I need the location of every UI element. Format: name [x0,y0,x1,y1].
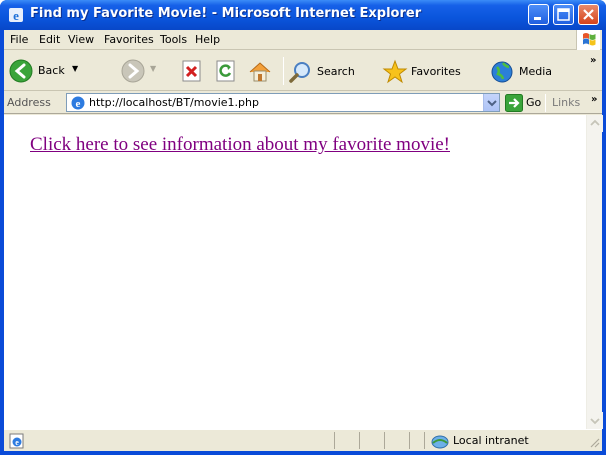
close-button[interactable] [578,4,599,25]
refresh-button[interactable] [215,60,239,84]
page-ie-icon: e [71,96,85,110]
scroll-up-button[interactable] [587,115,603,132]
menu-edit[interactable]: Edit [39,33,60,46]
address-url: http://localhost/BT/movie1.php [89,96,259,109]
address-bar: Address e http://localhost/BT/movie1.php… [4,92,602,114]
intranet-zone-icon [431,435,449,449]
svg-text:e: e [13,8,19,23]
forward-dropdown-icon[interactable]: ▼ [150,64,156,73]
search-button[interactable]: Search [288,59,372,85]
menu-bar: File Edit View Favorites Tools Help [4,30,602,50]
page-status-icon: e [9,433,24,449]
favorites-button[interactable]: Favorites [382,59,474,85]
search-icon [289,62,310,83]
home-button[interactable] [247,59,273,85]
status-segment [334,432,335,449]
scroll-up-icon [590,119,600,126]
forward-button[interactable]: ▼ [120,58,160,84]
menu-help[interactable]: Help [195,33,220,46]
svg-text:e: e [76,98,81,110]
favorite-movie-link[interactable]: Click here to see information about my f… [30,134,450,156]
stop-button[interactable] [181,60,205,84]
address-separator [545,94,546,112]
windows-flag-icon [576,30,600,50]
menu-view[interactable]: View [68,33,94,46]
menu-tools[interactable]: Tools [160,33,187,46]
svg-text:e: e [15,438,19,447]
ie-logo-icon: e [8,7,24,23]
back-button[interactable]: Back ▼ [8,58,80,84]
forward-arrow-icon [121,59,145,83]
client-area: File Edit View Favorites Tools Help Back… [4,30,603,451]
maximize-button[interactable] [553,4,574,25]
scroll-down-button[interactable] [587,412,603,429]
resize-grip-icon[interactable] [588,436,600,448]
go-arrow-icon[interactable] [505,94,523,112]
status-segment [409,432,410,449]
toolbar-separator [283,57,284,85]
minimize-button[interactable] [528,4,549,25]
media-label: Media [519,65,553,78]
menu-file[interactable]: File [10,33,28,46]
stop-icon [182,60,201,82]
favorites-label: Favorites [411,65,461,78]
status-segment [359,432,360,449]
page-content: Click here to see information about my f… [4,115,586,429]
go-button[interactable]: Go [526,96,541,109]
scroll-down-icon [590,418,600,425]
home-icon [249,62,271,82]
security-zone-label: Local intranet [453,434,529,447]
browser-window: e Find my Favorite Movie! - Microsoft In… [0,0,606,455]
links-button[interactable]: Links [552,96,580,109]
status-segment [384,432,385,449]
title-bar[interactable]: e Find my Favorite Movie! - Microsoft In… [0,0,606,30]
toolbar-overflow-icon[interactable]: » [590,55,596,66]
back-dropdown-icon[interactable]: ▼ [72,64,78,73]
window-title: Find my Favorite Movie! - Microsoft Inte… [30,6,422,21]
media-button[interactable]: Media [489,59,571,85]
address-dropdown-button[interactable] [483,94,499,111]
chevron-down-icon [487,100,497,107]
favorites-star-icon [382,59,408,84]
refresh-icon [216,60,235,82]
back-arrow-icon [9,59,33,83]
status-segment [424,432,425,449]
media-globe-icon [491,61,513,83]
vertical-scrollbar[interactable] [586,115,603,429]
standard-toolbar: Back ▼ ▼ Search Favorites Media » [4,51,602,91]
search-label: Search [317,65,355,78]
links-overflow-icon[interactable]: » [591,94,597,105]
address-label: Address [7,96,51,109]
address-input[interactable]: e http://localhost/BT/movie1.php [66,93,500,112]
menu-favorites[interactable]: Favorites [104,33,154,46]
back-label: Back [38,64,65,77]
status-bar: e Local intranet [4,429,602,451]
